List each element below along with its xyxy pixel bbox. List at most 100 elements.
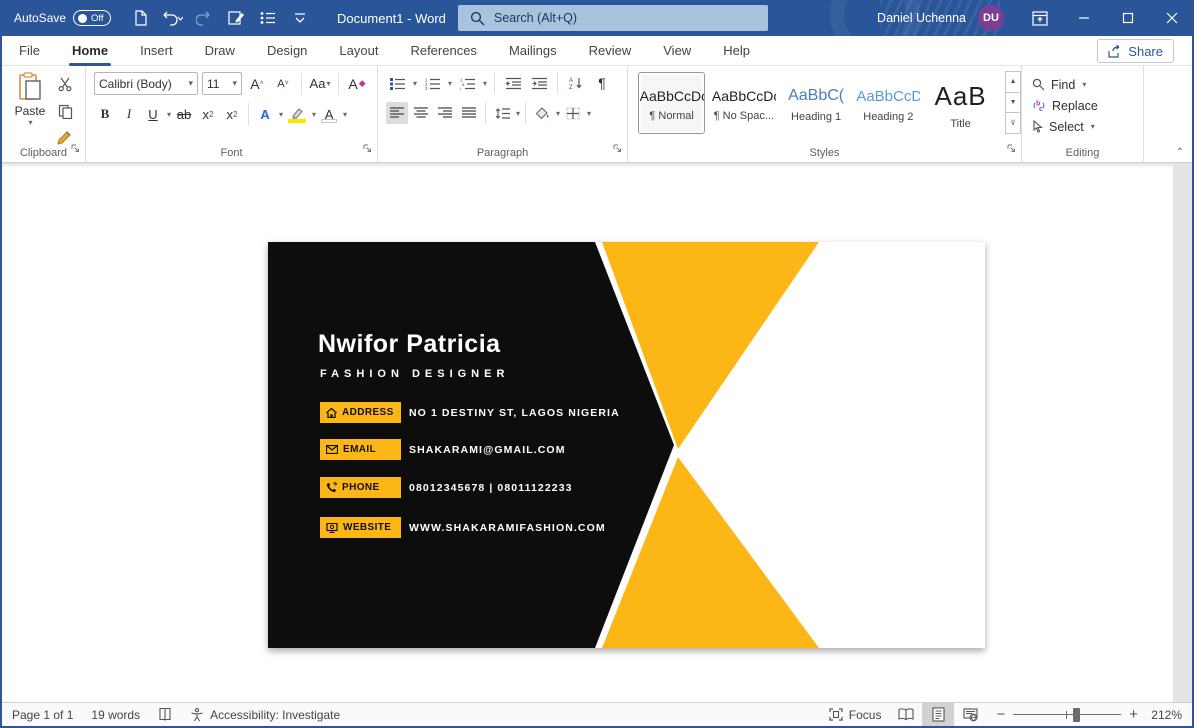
proofing-status[interactable]	[149, 703, 181, 726]
clear-formatting-button[interactable]: A ◆	[346, 73, 368, 95]
italic-button[interactable]: I	[118, 103, 140, 125]
text-effects-button[interactable]: A	[254, 103, 276, 125]
maximize-button[interactable]	[1106, 0, 1150, 36]
decrease-indent-button[interactable]	[502, 72, 524, 94]
tab-mailings[interactable]: Mailings	[506, 36, 560, 66]
autosave-toggle[interactable]: AutoSave Off	[14, 10, 112, 26]
bullet-list-button[interactable]	[255, 5, 281, 31]
vertical-scrollbar[interactable]	[1173, 163, 1192, 702]
align-center-button[interactable]	[410, 102, 432, 124]
align-left-button[interactable]	[386, 102, 408, 124]
styles-scroll-down-button[interactable]: ▼	[1005, 91, 1021, 114]
user-name[interactable]: Daniel Uchenna	[877, 11, 966, 25]
share-button[interactable]: Share	[1097, 39, 1174, 63]
bold-button[interactable]: B	[94, 103, 116, 125]
select-button[interactable]: Select ▾	[1032, 116, 1143, 137]
tab-draw[interactable]: Draw	[202, 36, 238, 66]
change-case-button[interactable]: Aa ▾	[309, 73, 331, 95]
zoom-slider-handle[interactable]	[1073, 707, 1081, 722]
numbering-button[interactable]: 123	[421, 72, 443, 94]
zoom-percentage[interactable]: 212%	[1148, 708, 1182, 722]
chevron-down-icon[interactable]: ▾	[556, 109, 560, 118]
show-formatting-button[interactable]: ¶	[591, 72, 613, 94]
editor-button[interactable]	[223, 5, 249, 31]
chevron-down-icon[interactable]: ▾	[413, 79, 417, 88]
cut-button[interactable]	[54, 74, 76, 94]
styles-gallery-expand-button[interactable]: ⊽	[1005, 112, 1021, 135]
style-heading-2[interactable]: AaBbCcD Heading 2	[855, 72, 922, 134]
minimize-button[interactable]	[1062, 0, 1106, 36]
style-heading-1[interactable]: AaBbC( Heading 1	[782, 72, 849, 134]
tab-design[interactable]: Design	[264, 36, 310, 66]
tab-view[interactable]: View	[660, 36, 694, 66]
tab-file[interactable]: File	[16, 36, 43, 66]
highlight-button[interactable]	[285, 103, 309, 125]
paragraph-dialog-launcher[interactable]	[613, 140, 622, 158]
sort-button[interactable]: AZ	[565, 72, 587, 94]
chevron-down-icon[interactable]: ▾	[587, 109, 591, 118]
styles-dialog-launcher[interactable]	[1007, 140, 1016, 158]
superscript-button[interactable]: x2	[221, 103, 243, 125]
close-button[interactable]	[1150, 0, 1194, 36]
copy-button[interactable]	[54, 101, 76, 121]
line-spacing-button[interactable]	[491, 102, 513, 124]
multilevel-list-button[interactable]: 1ai	[456, 72, 478, 94]
user-avatar[interactable]: DU	[978, 5, 1004, 31]
chevron-down-icon[interactable]: ▾	[279, 110, 283, 119]
autosave-switch[interactable]: Off	[73, 10, 112, 26]
chevron-down-icon[interactable]: ▾	[343, 110, 347, 119]
document-canvas[interactable]: Nwifor Patricia FASHION DESIGNER ADDRESS…	[2, 163, 1192, 702]
bullets-button[interactable]	[386, 72, 408, 94]
style-no-spacing[interactable]: AaBbCcDc ¶ No Spac...	[710, 72, 777, 134]
ribbon-display-options-button[interactable]	[1018, 0, 1062, 36]
replace-button[interactable]: bc Replace	[1032, 95, 1143, 116]
shrink-font-button[interactable]: A ˅	[272, 73, 294, 95]
borders-button[interactable]	[562, 102, 584, 124]
chevron-down-icon[interactable]: ▾	[483, 79, 487, 88]
style-normal[interactable]: AaBbCcDc ¶ Normal	[638, 72, 706, 134]
font-dialog-launcher[interactable]	[363, 140, 372, 158]
shading-button[interactable]	[531, 102, 553, 124]
search-input[interactable]: Search (Alt+Q)	[458, 5, 768, 31]
find-button[interactable]: Find ▾	[1032, 74, 1143, 95]
print-layout-button[interactable]	[922, 703, 955, 726]
subscript-button[interactable]: x2	[197, 103, 219, 125]
font-color-button[interactable]: A	[318, 103, 340, 125]
zoom-in-button[interactable]: +	[1129, 706, 1138, 723]
style-title[interactable]: AaB Title	[927, 72, 994, 134]
clipboard-dialog-launcher[interactable]	[71, 140, 80, 158]
chevron-down-icon[interactable]: ▾	[312, 110, 316, 119]
zoom-slider[interactable]	[1013, 707, 1122, 722]
tab-home[interactable]: Home	[68, 36, 112, 66]
tab-review[interactable]: Review	[586, 36, 635, 66]
business-card-image[interactable]: Nwifor Patricia FASHION DESIGNER ADDRESS…	[268, 242, 985, 648]
tab-layout[interactable]: Layout	[336, 36, 381, 66]
font-name-select[interactable]: Calibri (Body) ▾	[94, 72, 198, 95]
styles-scroll-up-button[interactable]: ▲	[1005, 71, 1021, 93]
chevron-down-icon[interactable]: ▾	[167, 110, 171, 119]
tab-insert[interactable]: Insert	[137, 36, 176, 66]
chevron-down-icon[interactable]: ▾	[516, 109, 520, 118]
paste-button[interactable]: Paste ▾	[8, 72, 52, 127]
redo-button[interactable]	[191, 5, 217, 31]
read-mode-button[interactable]	[890, 703, 922, 726]
underline-button[interactable]: U	[142, 103, 164, 125]
customize-qat-button[interactable]	[287, 5, 313, 31]
font-size-select[interactable]: 11 ▾	[202, 72, 242, 95]
collapse-ribbon-button[interactable]: ⌃	[1176, 147, 1184, 158]
strikethrough-button[interactable]: ab	[173, 103, 195, 125]
justify-button[interactable]	[458, 102, 480, 124]
increase-indent-button[interactable]	[528, 72, 550, 94]
tab-help[interactable]: Help	[720, 36, 753, 66]
word-count[interactable]: 19 words	[82, 703, 149, 726]
page-indicator[interactable]: Page 1 of 1	[0, 703, 82, 726]
align-right-button[interactable]	[434, 102, 456, 124]
undo-button[interactable]	[159, 5, 185, 31]
web-layout-button[interactable]	[954, 703, 986, 726]
tab-references[interactable]: References	[407, 36, 479, 66]
save-button[interactable]	[127, 5, 153, 31]
grow-font-button[interactable]: A ˄	[246, 73, 268, 95]
focus-button[interactable]: Focus	[820, 703, 891, 726]
accessibility-status[interactable]: Accessibility: Investigate	[181, 703, 349, 726]
chevron-down-icon[interactable]: ▾	[448, 79, 452, 88]
